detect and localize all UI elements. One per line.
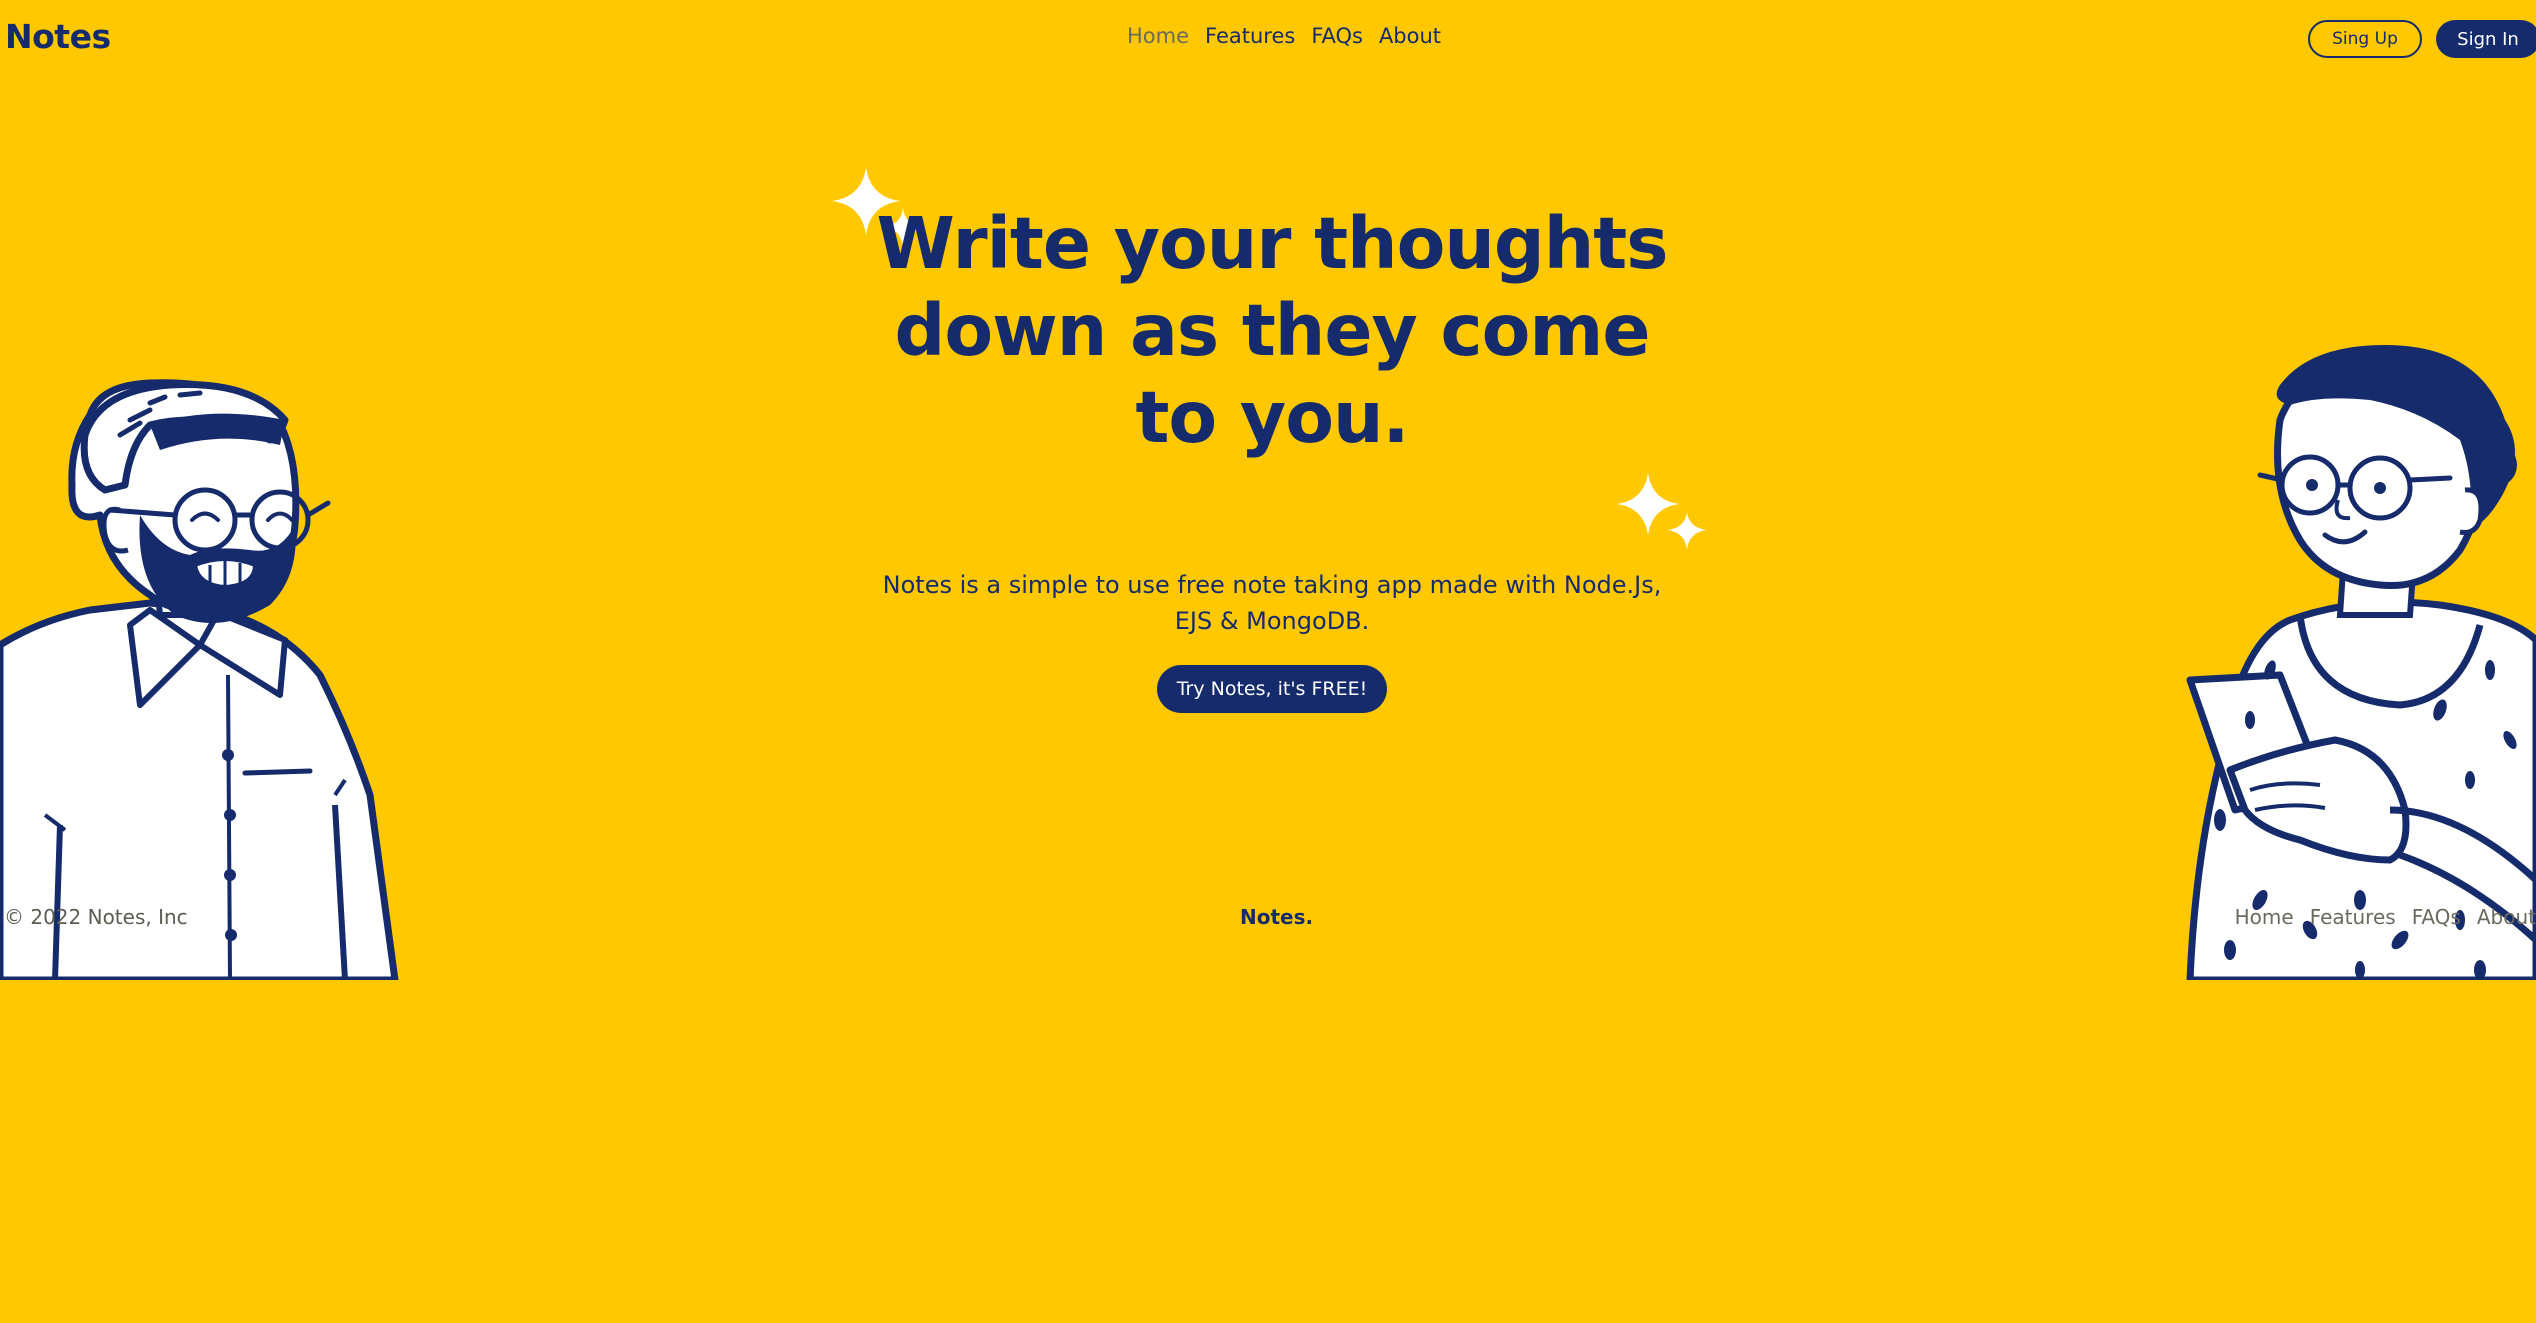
footer-nav: Home Features FAQs About xyxy=(2235,905,2536,929)
woman-illustration xyxy=(2186,345,2536,980)
footer-nav-faqs[interactable]: FAQs xyxy=(2412,905,2461,929)
footer-nav-about[interactable]: About xyxy=(2477,905,2536,929)
man-illustration xyxy=(0,379,399,980)
footer-brand[interactable]: Notes. xyxy=(1240,905,1313,929)
nav-about[interactable]: About xyxy=(1379,24,1441,48)
footer-copyright: © 2022 Notes, Inc xyxy=(4,905,188,929)
nav-features[interactable]: Features xyxy=(1205,24,1295,48)
hero-title: Write your thoughts down as they come to… xyxy=(876,202,1669,459)
signup-button[interactable]: Sing Up xyxy=(2308,20,2422,58)
logo[interactable]: Notes xyxy=(5,17,111,56)
sparkle-icon xyxy=(1617,473,1707,550)
site-header: Notes Home Features FAQs About Sing Up S… xyxy=(0,0,2536,78)
nav-faqs[interactable]: FAQs xyxy=(1311,24,1363,48)
try-notes-button[interactable]: Try Notes, it's FREE! xyxy=(1157,665,1387,713)
nav-home[interactable]: Home xyxy=(1127,24,1189,48)
hero-subtitle: Notes is a simple to use free note takin… xyxy=(882,571,1662,635)
footer-nav-home[interactable]: Home xyxy=(2235,905,2294,929)
signin-button[interactable]: Sign In xyxy=(2436,20,2536,58)
footer-nav-features[interactable]: Features xyxy=(2310,905,2396,929)
main-nav: Home Features FAQs About xyxy=(1127,24,1441,48)
